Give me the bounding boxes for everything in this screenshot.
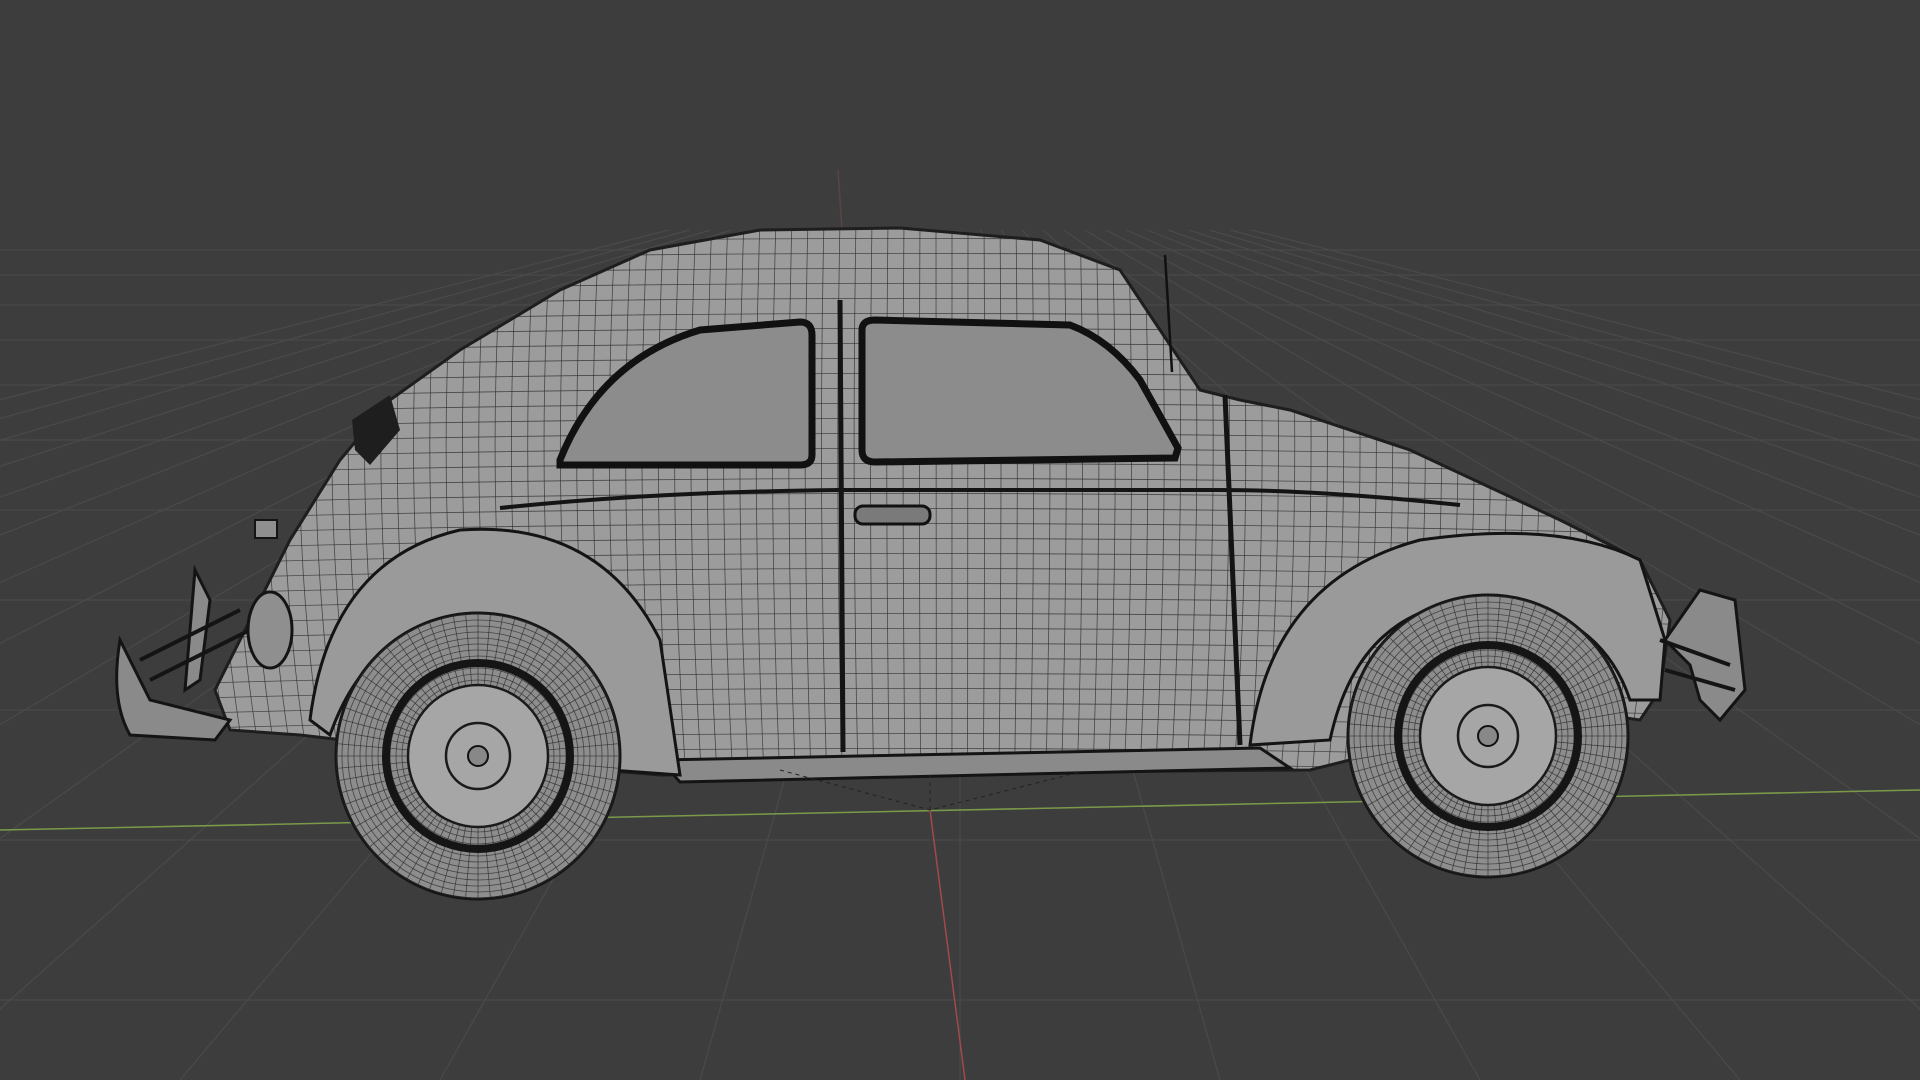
car-mesh[interactable] [115,220,1747,901]
rear-taillight [246,590,294,670]
viewport-scene[interactable] [0,0,1920,1080]
front-wheel[interactable] [1346,593,1630,879]
door-handle[interactable] [853,504,932,526]
door-seam-rear [837,299,846,753]
y-axis-line-upper [837,169,843,231]
3d-viewport[interactable] [0,0,1920,1080]
front-bumper [1659,588,1747,723]
rear-wheel[interactable] [334,611,622,901]
